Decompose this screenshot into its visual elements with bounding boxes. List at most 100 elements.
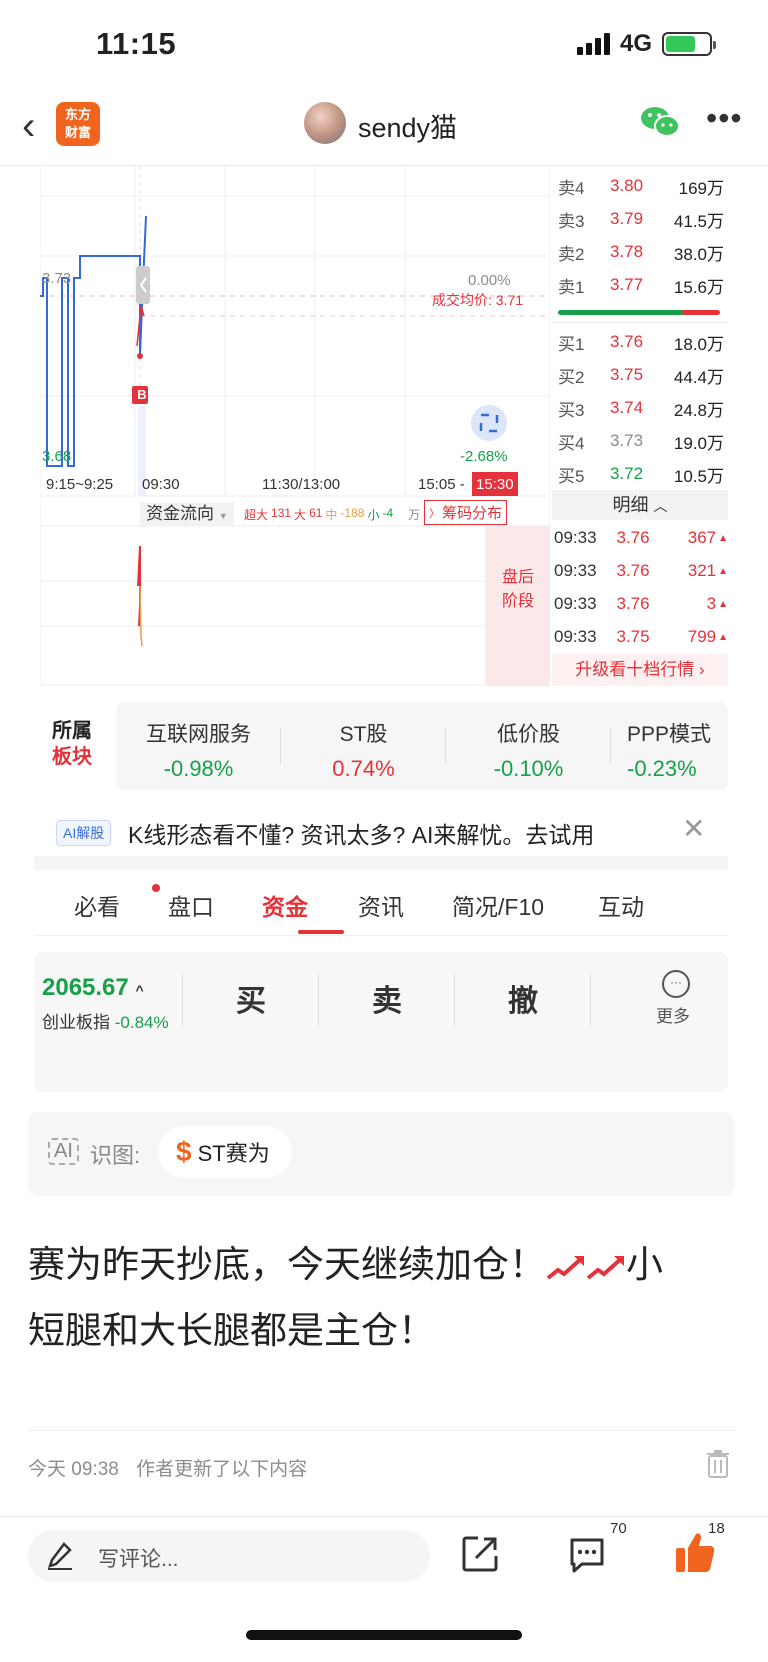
index-name: 创业板指 xyxy=(42,1013,110,1032)
tab-funds[interactable]: 资金 xyxy=(262,888,308,922)
trade-tick: 09:33 3.76 3 ▲ xyxy=(552,588,728,620)
recognized-stock-chip[interactable]: $ ST赛为 xyxy=(158,1126,292,1178)
sector-item[interactable]: 低价股 -0.10% xyxy=(446,702,611,790)
trade-tick: 09:33 3.75 799 ▲ xyxy=(552,621,728,653)
more-dots-icon[interactable]: ··· xyxy=(662,970,690,998)
post-text-1: 赛为昨天抄底，今天继续加仓！ xyxy=(28,1244,546,1285)
comment-input[interactable]: 写评论... xyxy=(28,1530,430,1582)
sector-change: -0.23% xyxy=(627,756,697,781)
tick-time: 09:33 xyxy=(554,594,597,613)
index-change: -0.84% xyxy=(114,1013,169,1032)
after-hours-line-2: 阶段 xyxy=(501,593,534,610)
cancel-order-button[interactable]: 撤 xyxy=(456,976,590,1028)
bid-label: 买2 xyxy=(558,367,585,387)
chevron-up-icon: ︿ xyxy=(653,498,668,514)
buy-marker[interactable]: B xyxy=(135,387,149,402)
author-name[interactable]: sendy猫 xyxy=(358,106,457,145)
upgrade-level10-link[interactable]: 升级看十档行情 › xyxy=(552,654,728,686)
trash-icon[interactable] xyxy=(706,1450,730,1478)
bid-price: 3.72 xyxy=(610,464,644,483)
up-arrow-icon: ▲ xyxy=(718,598,729,610)
x-tick-1: 09:30 xyxy=(142,476,180,493)
tick-volume: 3 xyxy=(706,594,717,613)
ask-label: 卖1 xyxy=(558,277,585,297)
flow-value-0: 131 xyxy=(271,506,292,520)
ai-analysis-tag[interactable]: AI解股 xyxy=(56,820,112,846)
wechat-share-icon[interactable] xyxy=(640,104,680,140)
tab-must-see[interactable]: 必看 xyxy=(74,888,120,922)
more-menu-icon[interactable]: ••• xyxy=(706,100,743,137)
trade-panel: 2065.67 ^ 创业板指 -0.84% 买 卖 撤 ··· 更多 xyxy=(34,952,728,1092)
detail-header[interactable]: 明细 ︿ xyxy=(552,490,728,520)
active-tab-indicator xyxy=(298,930,344,934)
sector-item[interactable]: 互联网服务 -0.98% xyxy=(116,702,281,790)
ai-banner-text[interactable]: K线形态看不懂? 资讯太多? AI来解忧。去试用 xyxy=(128,816,594,850)
ai-scan-icon: AI xyxy=(48,1138,79,1165)
sell-button[interactable]: 卖 xyxy=(320,976,454,1028)
post-time: 今天 09:38 xyxy=(28,1459,119,1480)
ask-volume: 169万 xyxy=(678,178,724,198)
more-label[interactable]: 更多 xyxy=(656,1002,690,1027)
update-note: 作者更新了以下内容 xyxy=(136,1459,308,1480)
chevron-right-icon: 〉 xyxy=(429,507,440,520)
tab-order-book[interactable]: 盘口 xyxy=(168,888,214,922)
ask-row-1: 卖1 3.77 15.6万 xyxy=(552,269,728,301)
notification-dot xyxy=(152,884,160,892)
fund-flow-tab[interactable]: 资金流向 ▼ xyxy=(140,502,234,526)
ask-volume: 38.0万 xyxy=(673,244,724,264)
post-text-tail: 小 xyxy=(626,1244,663,1285)
up-arrow-icon: ▲ xyxy=(718,565,729,577)
tab-profile-f10[interactable]: 简况/F10 xyxy=(452,888,544,922)
sector-item[interactable]: PPP模式 -0.23% xyxy=(611,702,728,790)
share-icon[interactable] xyxy=(460,1534,500,1574)
buy-button[interactable]: 买 xyxy=(184,976,318,1028)
recognition-label: 识图: xyxy=(90,1143,141,1168)
after-hours-line-1: 盘后 xyxy=(501,569,534,586)
bid-label: 买5 xyxy=(558,466,585,486)
back-chevron-icon[interactable]: ‹ xyxy=(22,104,35,149)
sector-label-line-2: 板块 xyxy=(52,746,92,768)
recognized-stock-name: ST赛为 xyxy=(197,1141,270,1166)
tick-time: 09:33 xyxy=(554,528,597,547)
flow-summary: 超大 131 大 61 中 -188 小 -4 万 xyxy=(244,506,420,523)
fund-flow-tab-label: 资金流向 xyxy=(146,504,214,523)
nav-bar: ‹ 东方 财富 sendy猫 ••• xyxy=(0,90,768,166)
price-label-bottom: 3.68 xyxy=(42,448,72,465)
tick-price: 3.76 xyxy=(616,561,650,580)
tick-price: 3.75 xyxy=(616,627,650,646)
bid-row-4: 买4 3.73 19.0万 xyxy=(552,425,728,457)
tick-volume: 321 xyxy=(687,561,717,580)
sector-item[interactable]: ST股 0.74% xyxy=(281,702,446,790)
tick-time: 09:33 xyxy=(554,561,597,580)
comment-icon[interactable] xyxy=(568,1536,606,1574)
x-tick-2: 11:30/13:00 xyxy=(262,476,341,493)
intraday-chart[interactable]: 3.73 3.68 0.00% 成交均价: 3.71 -2.68% B 9:15… xyxy=(40,166,550,686)
bid-row-2: 买2 3.75 44.4万 xyxy=(552,359,728,391)
tick-price: 3.76 xyxy=(616,594,650,613)
flow-label-1: 大 xyxy=(294,508,307,522)
author-avatar[interactable] xyxy=(304,102,346,144)
bid-label: 买3 xyxy=(558,400,585,420)
flow-value-2: -188 xyxy=(340,506,365,520)
tick-volume: 367 xyxy=(687,528,717,547)
bid-volume: 44.4万 xyxy=(673,367,724,387)
sector-change: -0.98% xyxy=(163,756,234,781)
tab-interaction[interactable]: 互动 xyxy=(598,888,644,922)
chip-distribution-button[interactable]: 〉 筹码分布 xyxy=(424,500,508,525)
sector-change: -0.10% xyxy=(493,756,564,781)
index-value[interactable]: 2065.67 ^ xyxy=(42,974,144,1002)
bid-label: 买1 xyxy=(558,334,585,354)
pct-low-label: -2.68% xyxy=(460,448,508,465)
bid-price: 3.75 xyxy=(610,365,644,384)
ask-row-2: 卖2 3.78 38.0万 xyxy=(552,236,728,268)
close-icon[interactable]: ✕ xyxy=(682,812,705,845)
like-count: 18 xyxy=(708,1520,725,1537)
ask-label: 卖4 xyxy=(558,178,585,198)
flow-label-3: 小 xyxy=(367,508,380,522)
bid-price: 3.76 xyxy=(610,332,644,351)
app-logo[interactable]: 东方 财富 xyxy=(56,102,100,146)
bid-row-5: 买5 3.72 10.5万 xyxy=(552,458,728,490)
detail-header-label: 明细 xyxy=(612,495,649,515)
tab-news[interactable]: 资讯 xyxy=(358,888,404,922)
sector-change: 0.74% xyxy=(332,756,395,781)
